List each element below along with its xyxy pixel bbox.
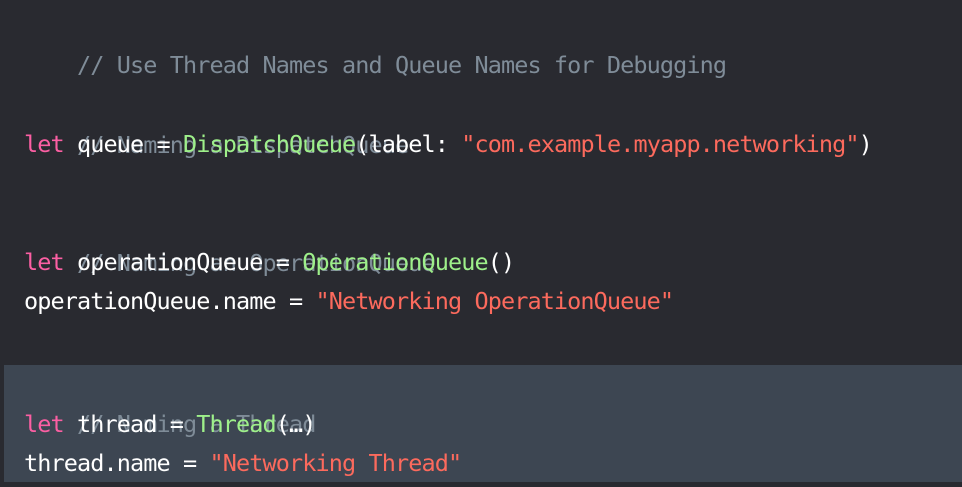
code-line: // Naming a DispatchQueue xyxy=(24,85,409,159)
code-line: operationQueue.name = "Networking Operat… xyxy=(24,281,674,321)
code-line: let operationQueue = OperationQueue() xyxy=(24,242,515,282)
code-line: // Naming an OperationQueue xyxy=(24,203,436,277)
code-text: (…) xyxy=(275,410,317,438)
code-line: let queue = DispatchQueue(label: "com.ex… xyxy=(24,124,873,164)
code-line: // Naming a Thread xyxy=(24,364,316,438)
code-line: thread.name = "Networking Thread" xyxy=(24,443,462,483)
code-text: thread.name = xyxy=(24,449,210,477)
code-comment: // Use Thread Names and Queue Names for … xyxy=(77,51,727,79)
code-string: "Networking OperationQueue" xyxy=(315,287,674,315)
code-text: (label: xyxy=(355,130,462,158)
code-string: "com.example.myapp.networking" xyxy=(461,130,859,158)
code-type: DispatchQueue xyxy=(182,130,356,158)
code-text: thread = xyxy=(63,410,197,438)
code-text: operationQueue = xyxy=(63,248,303,276)
code-text: queue = xyxy=(63,130,183,158)
code-text: ) xyxy=(858,130,873,158)
code-line: let thread = Thread(…) xyxy=(24,404,317,444)
code-keyword: let xyxy=(24,130,65,158)
code-type: OperationQueue xyxy=(302,248,488,276)
code-keyword: let xyxy=(24,410,65,438)
code-keyword: let xyxy=(24,248,65,276)
code-type: Thread xyxy=(196,410,276,438)
code-editor[interactable]: // Use Thread Names and Queue Names for … xyxy=(0,0,962,487)
code-line: // Use Thread Names and Queue Names for … xyxy=(24,5,727,79)
code-text: operationQueue.name = xyxy=(24,287,316,315)
code-string: "Networking Thread" xyxy=(209,449,462,477)
code-text: () xyxy=(487,248,515,276)
